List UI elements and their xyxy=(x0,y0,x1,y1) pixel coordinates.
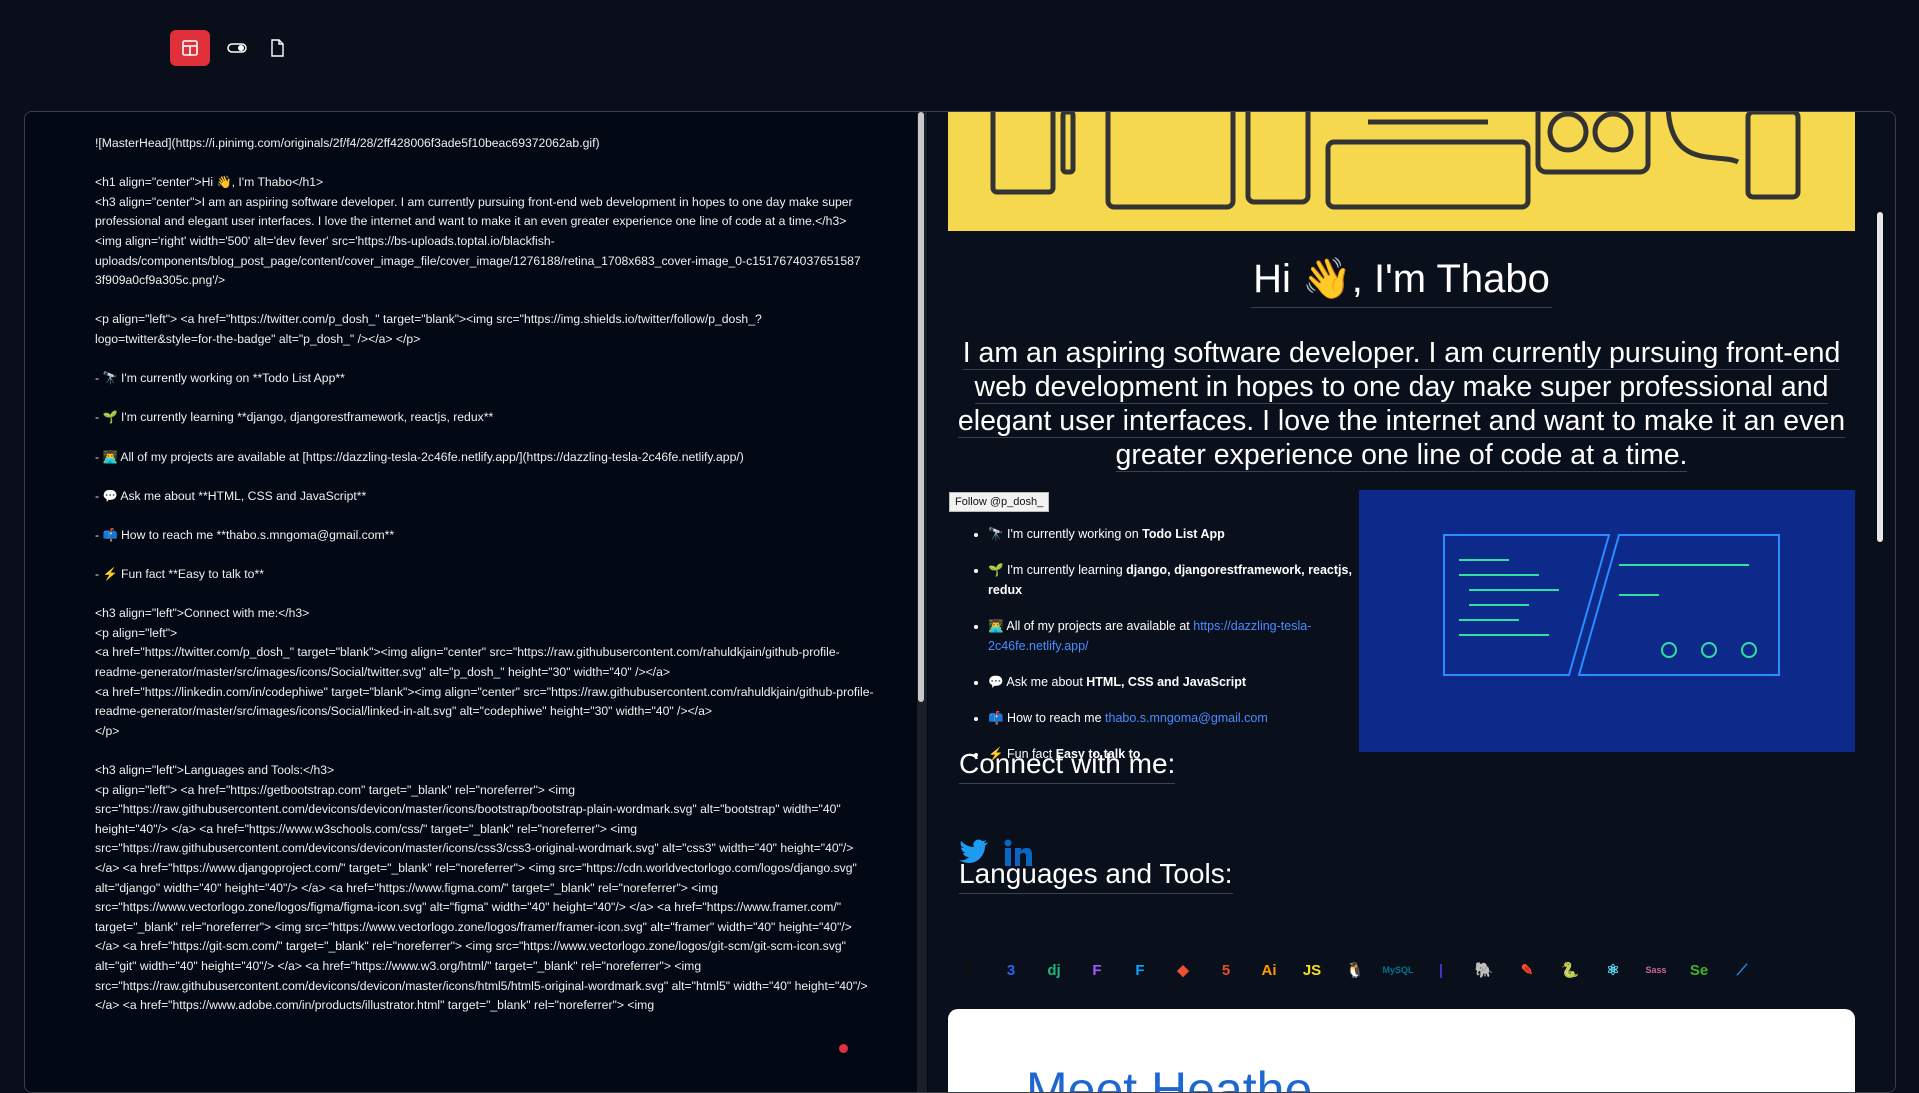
tool-icon[interactable]: F xyxy=(1077,950,1117,990)
tool-icon[interactable]: 🐘 xyxy=(1464,950,1504,990)
tool-icon[interactable]: 5 xyxy=(1206,950,1246,990)
tool-icon[interactable]: Sass xyxy=(1636,950,1676,990)
card-title: Meet Heathe xyxy=(1026,1062,1313,1092)
list-item-emoji: 🌱 xyxy=(988,563,1008,577)
masterhead-illustration xyxy=(990,112,1801,210)
list-item: 💬 Ask me about HTML, CSS and JavaScript xyxy=(988,672,1368,692)
tool-icon[interactable]: Se xyxy=(1679,950,1719,990)
list-item-bold: HTML, CSS and JavaScript xyxy=(1086,675,1247,689)
toggle-button[interactable] xyxy=(224,30,250,66)
list-item-text: All of my projects are available at xyxy=(1006,619,1194,633)
list-item-emoji: 💬 xyxy=(988,675,1007,689)
list-item-emoji: 👨‍💻 xyxy=(988,619,1007,633)
tool-icon[interactable]: 🐧 xyxy=(1335,950,1375,990)
toggle-icon xyxy=(227,43,247,53)
editor-text[interactable]: ![MasterHead](https://i.pinimg.com/origi… xyxy=(95,134,875,1016)
tool-icon[interactable]: dj xyxy=(1034,950,1074,990)
preview-scrollbar-thumb[interactable] xyxy=(1877,212,1883,542)
twitter-follow-badge[interactable]: Follow @p_dosh_ xyxy=(949,492,1050,512)
list-item: 🔭 I'm currently working on Todo List App xyxy=(988,524,1368,544)
list-item-text: I'm currently learning xyxy=(1007,563,1127,577)
tool-icon[interactable]: ⟋ xyxy=(1722,950,1762,990)
tool-icon[interactable]: JS xyxy=(1292,950,1332,990)
workspace-frame: ![MasterHead](https://i.pinimg.com/origi… xyxy=(24,111,1896,1093)
tool-icon[interactable]: MySQL xyxy=(1378,950,1418,990)
list-item-text: How to reach me xyxy=(1007,711,1106,725)
masterhead-banner xyxy=(948,112,1855,231)
list-item-text: Ask me about xyxy=(1006,675,1087,689)
list-item-emoji: 🔭 xyxy=(988,527,1008,541)
tools-row: B 3 dj F F ◆ 5 Ai JS 🐧 MySQL | 🐘 ✎ 🐍 ⚛ Sass Se ⟋ xyxy=(948,950,1762,990)
list-item: 👨‍💻 All of my projects are available at … xyxy=(988,616,1368,656)
file-button[interactable] xyxy=(264,30,290,66)
tool-icon[interactable]: B xyxy=(948,950,988,990)
connect-heading: Connect with me: xyxy=(959,748,1176,784)
file-icon xyxy=(271,39,284,57)
list-item: 🌱 I'm currently learning django, djangor… xyxy=(988,560,1368,600)
languages-heading: Languages and Tools: xyxy=(959,858,1233,894)
tool-icon[interactable]: | xyxy=(1421,950,1461,990)
tool-icon[interactable]: ⚛ xyxy=(1593,950,1633,990)
list-item-text: I'm currently working on xyxy=(1007,527,1143,541)
list-item: 📫 How to reach me thabo.s.mngoma@gmail.c… xyxy=(988,708,1368,728)
list-item-bold: Todo List App xyxy=(1142,527,1225,541)
readme-heading: Hi 👋, I'm Thabo xyxy=(948,255,1855,308)
layout-icon xyxy=(182,40,198,56)
readme-subheading: I am an aspiring software developer. I a… xyxy=(957,337,1846,472)
tool-icon[interactable]: 3 xyxy=(991,950,1031,990)
tool-icon[interactable]: F xyxy=(1120,950,1160,990)
tool-icon[interactable]: ◆ xyxy=(1163,950,1203,990)
preview-pane: Hi 👋, I'm Thabo I am an aspiring softwar… xyxy=(928,112,1895,1092)
tool-icon[interactable]: 🐍 xyxy=(1550,950,1590,990)
tool-icon[interactable]: Ai xyxy=(1249,950,1289,990)
tool-icon[interactable]: ✎ xyxy=(1507,950,1547,990)
editor-scrollbar-thumb[interactable] xyxy=(918,112,924,702)
dev-fever-image xyxy=(1359,490,1855,752)
toolbar xyxy=(170,30,290,66)
markdown-editor[interactable]: ![MasterHead](https://i.pinimg.com/origi… xyxy=(25,112,917,1092)
layout-button[interactable] xyxy=(170,30,210,66)
list-item-link[interactable]: thabo.s.mngoma@gmail.com xyxy=(1105,711,1268,725)
status-dot xyxy=(839,1044,848,1053)
list-item-emoji: 📫 xyxy=(988,711,1008,725)
embedded-card: Meet Heathe xyxy=(948,1009,1855,1092)
about-list: 🔭 I'm currently working on Todo List App… xyxy=(974,524,1368,780)
